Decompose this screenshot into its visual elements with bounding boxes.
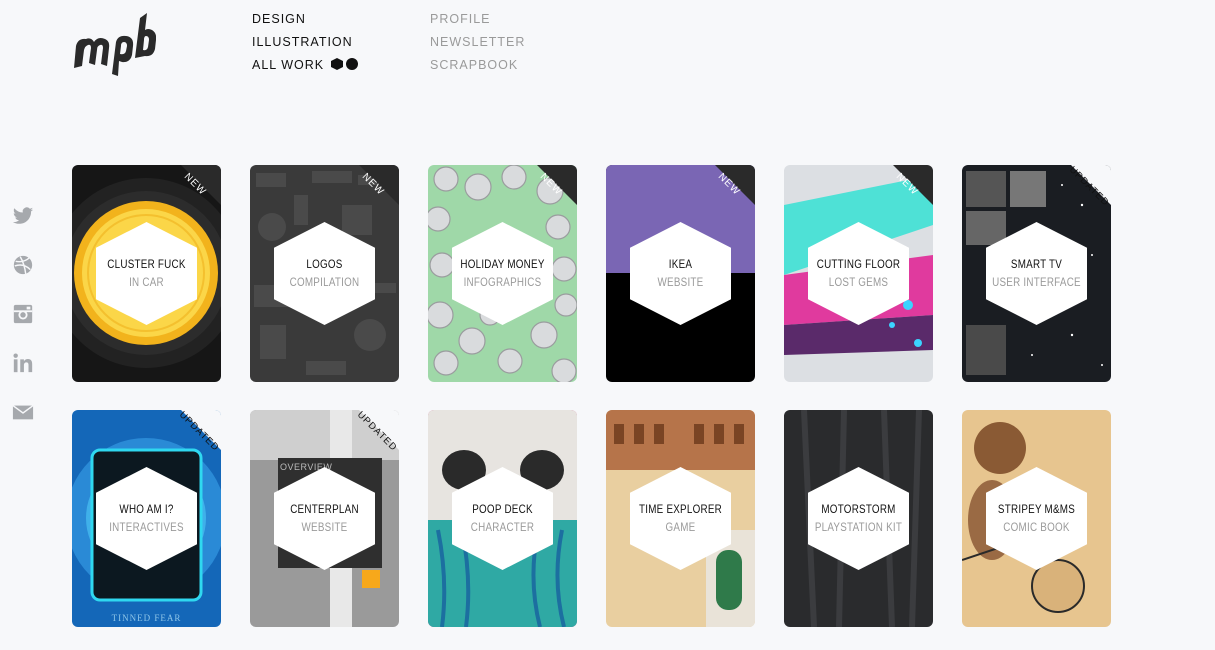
nav-scrapbook[interactable]: SCRAPBOOK — [430, 54, 525, 77]
card-caption: TIME EXPLORER GAME — [619, 500, 741, 536]
card-subtitle: LOST GEMS — [828, 275, 889, 289]
card-subtitle: COMIC BOOK — [1003, 520, 1070, 534]
card-badge: UPDATED — [1051, 165, 1111, 225]
card-caption: SMART TV USER INTERFACE — [975, 255, 1097, 291]
work-card[interactable]: TIME EXPLORER GAME — [606, 410, 755, 627]
work-card[interactable]: TINNED FEAR UPDATED WHO AM I? INTERACTIVE… — [72, 410, 221, 627]
card-title: LOGOS — [306, 257, 343, 271]
nav-newsletter[interactable]: NEWSLETTER — [430, 31, 525, 54]
card-badge: UPDATED — [161, 410, 221, 470]
nav-profile[interactable]: PROFILE — [430, 8, 525, 31]
nav-illustration[interactable]: ILLUSTRATION — [252, 31, 360, 54]
nav-all-work-label: ALL WORK — [252, 58, 325, 72]
mpb-logo[interactable] — [72, 6, 157, 76]
card-title: MOTORSTORM — [821, 502, 896, 516]
card-title: CUTTING FLOOR — [816, 257, 901, 271]
card-title: SMART TV — [1010, 257, 1063, 271]
card-title: WHO AM I? — [119, 502, 174, 516]
card-caption: CENTERPLAN WEBSITE — [263, 500, 385, 536]
card-subtitle: GAME — [665, 520, 696, 534]
card-caption: STRIPEY M&MS COMIC BOOK — [975, 500, 1097, 536]
card-title: POOP DECK — [472, 502, 533, 516]
card-title: HOLIDAY MONEY — [460, 257, 545, 271]
card-subtitle: IN CAR — [129, 275, 164, 289]
card-caption: HOLIDAY MONEY INFOGRAPHICS — [441, 255, 563, 291]
work-card[interactable]: NEW HOLIDAY MONEY INFOGRAPHICS — [428, 165, 577, 382]
twitter-icon[interactable] — [12, 205, 34, 227]
card-badge: NEW — [873, 165, 933, 225]
card-subtitle: WEBSITE — [301, 520, 348, 534]
card-title: IKEA — [668, 257, 693, 271]
mail-icon[interactable] — [12, 401, 34, 423]
primary-nav: DESIGN ILLUSTRATION ALL WORK — [252, 8, 360, 77]
card-subtitle: INTERACTIVES — [109, 520, 184, 534]
active-dots-icon — [331, 57, 359, 70]
logo-mark — [74, 13, 157, 76]
card-title: TIME EXPLORER — [638, 502, 723, 516]
card-caption: CUTTING FLOOR LOST GEMS — [797, 255, 919, 291]
nav-all-work[interactable]: ALL WORK — [252, 54, 360, 77]
card-subtitle: PLAYSTATION KIT — [814, 520, 903, 534]
card-badge: NEW — [695, 165, 755, 225]
instagram-icon[interactable] — [12, 303, 34, 325]
work-card[interactable]: POOP DECK CHARACTER — [428, 410, 577, 627]
card-caption: WHO AM I? INTERACTIVES — [85, 500, 207, 536]
card-badge: NEW — [517, 165, 577, 225]
card-badge: NEW — [339, 165, 399, 225]
card-badge: NEW — [161, 165, 221, 225]
dribbble-icon[interactable] — [12, 254, 34, 276]
card-caption: POOP DECK CHARACTER — [441, 500, 563, 536]
card-caption: LOGOS COMPILATION — [263, 255, 385, 291]
card-subtitle: COMPILATION — [289, 275, 360, 289]
card-title: STRIPEY M&MS — [997, 502, 1076, 516]
card-subtitle: WEBSITE — [657, 275, 704, 289]
secondary-nav: PROFILE NEWSLETTER SCRAPBOOK — [430, 8, 525, 77]
card-subtitle: USER INTERFACE — [992, 275, 1081, 289]
card-subtitle: CHARACTER — [470, 520, 535, 534]
card-title: CLUSTER FUCK — [107, 257, 186, 271]
work-card[interactable]: NEW CLUSTER FUCK IN CAR — [72, 165, 221, 382]
card-title: CENTERPLAN — [290, 502, 359, 516]
card-caption: IKEA WEBSITE — [619, 255, 741, 291]
work-card[interactable]: MOTORSTORM PLAYSTATION KIT — [784, 410, 933, 627]
work-card[interactable]: NEW IKEA WEBSITE — [606, 165, 755, 382]
work-card[interactable]: OVERVIEW UPDATED CENTERPLAN WEBSITE — [250, 410, 399, 627]
nav-design[interactable]: DESIGN — [252, 8, 360, 31]
work-card[interactable]: NEW LOGOS COMPILATION — [250, 165, 399, 382]
work-card[interactable]: STRIPEY M&MS COMIC BOOK — [962, 410, 1111, 627]
work-card[interactable]: NEW CUTTING FLOOR LOST GEMS — [784, 165, 933, 382]
card-badge: UPDATED — [339, 410, 399, 470]
card-subtitle: INFOGRAPHICS — [463, 275, 542, 289]
work-card[interactable]: UPDATED SMART TV USER INTERFACE — [962, 165, 1111, 382]
social-links — [12, 205, 34, 450]
card-art-caption: TINNED FEAR — [111, 613, 182, 623]
card-caption: MOTORSTORM PLAYSTATION KIT — [797, 500, 919, 536]
linkedin-icon[interactable] — [12, 352, 34, 374]
card-caption: CLUSTER FUCK IN CAR — [85, 255, 207, 291]
